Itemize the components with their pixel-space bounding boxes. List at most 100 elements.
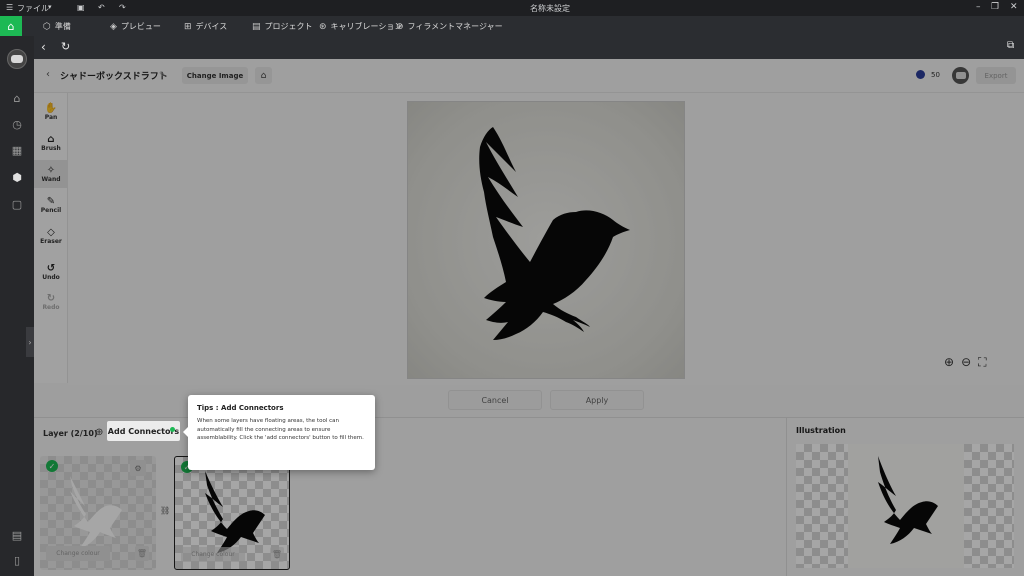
tool-label: Pan <box>44 114 58 121</box>
menu-bar: ⌂ ⬡ 準備 ◈ プレビュー ⊞ デバイス ▤ プロジェクト ⊛ キャリブレーション ⊕ フ… <box>0 16 1024 36</box>
export-button[interactable]: Export <box>976 67 1016 84</box>
delete-layer-icon[interactable]: 🗑 <box>270 547 284 562</box>
credit-icon <box>916 70 925 79</box>
sidebar-expand-handle[interactable]: › <box>26 327 34 357</box>
layer-card-2[interactable]: ✓ Change colour 🗑 <box>174 456 290 570</box>
fit-screen-icon[interactable]: ⛶ <box>978 355 986 370</box>
basket-icon[interactable]: ⌂ <box>255 67 272 84</box>
pencil-tool[interactable]: ✎ Pencil <box>34 191 68 219</box>
brush-icon: ⌂ <box>47 134 55 145</box>
restore-icon[interactable]: ❐ <box>991 2 999 12</box>
editing-canvas[interactable]: ⊕ ⊖ ⛶ <box>68 93 1024 385</box>
file-menu[interactable]: ファイル <box>17 3 49 14</box>
add-connectors-button[interactable]: Add Connectors <box>107 421 180 441</box>
apply-button[interactable]: Apply <box>550 390 644 410</box>
minimize-icon[interactable]: – <box>976 2 981 12</box>
add-layer-icon[interactable]: ⊕ <box>95 427 103 438</box>
redo-title-icon[interactable]: ↷ <box>119 3 126 12</box>
illustration-panel: Illustration <box>786 417 1024 576</box>
home-side-icon[interactable]: ⌂ <box>9 90 25 106</box>
change-colour-button-1[interactable]: Change colour <box>46 546 110 561</box>
close-icon[interactable]: ✕ <box>1010 2 1018 12</box>
tab-label: デバイス <box>195 22 228 31</box>
robot-face-icon <box>955 72 966 79</box>
tool-label: Eraser <box>40 238 62 245</box>
layer-card-1[interactable]: ✓ ⚙ Change colour 🗑 <box>40 456 156 570</box>
tab-prepare[interactable]: ⬡ 準備 <box>43 21 71 32</box>
grid-icon[interactable]: ▦ <box>9 142 25 158</box>
undo-icon: ↺ <box>46 263 56 274</box>
add-connectors-label: Add Connectors <box>107 426 180 436</box>
change-image-button[interactable]: Change Image <box>182 67 248 84</box>
avatar[interactable] <box>7 49 27 69</box>
tool-label: Wand <box>41 176 61 183</box>
tab-label: プロジェクト <box>264 22 313 31</box>
image-preview[interactable] <box>407 101 685 379</box>
pan-tool[interactable]: ✋ Pan <box>34 98 68 126</box>
tab-label: 準備 <box>54 22 71 31</box>
undo-title-icon[interactable]: ↶ <box>98 3 105 12</box>
profile-avatar[interactable] <box>952 67 969 84</box>
illustration-image <box>848 444 964 568</box>
change-colour-button-2[interactable]: Change colour <box>181 547 245 562</box>
window-title: 名称未設定 <box>530 4 570 13</box>
calibration-icon: ⊛ <box>319 21 327 32</box>
nav-bar: ‹ ↻ ⧉ <box>34 36 1024 59</box>
edit-title-icon[interactable]: ✎ <box>159 70 166 79</box>
back-arrow-icon[interactable]: ‹ <box>46 69 50 80</box>
history-icon[interactable]: ◷ <box>9 116 25 132</box>
robot-face-icon <box>11 55 23 63</box>
app-window: ☰ ファイル ▾ ▣ ↶ ↷ 名称未設定 – ❐ ✕ ⌂ ⬡ 準備 ◈ プレビュー … <box>0 0 1024 576</box>
action-buttons: Cancel Apply <box>448 390 644 410</box>
link-icon[interactable]: ⛓ <box>160 506 170 515</box>
layer-count-title: Layer (2/10) <box>43 429 98 438</box>
status-dot-icon <box>170 427 175 432</box>
tab-label: キャリブレーション <box>330 22 403 31</box>
tab-device[interactable]: ⊞ デバイス <box>184 21 227 32</box>
eraser-tool[interactable]: ◇ Eraser <box>34 222 68 250</box>
zoom-controls: ⊕ ⊖ ⛶ <box>944 355 987 370</box>
undo-tool[interactable]: ↺ Undo <box>34 258 68 286</box>
page-title: シャドーボックスドラフト <box>60 72 168 82</box>
tool-panel: ✋ Pan ⌂ Brush ✧ Wand ✎ Pencil ◇ Eraser ↺ Undo … <box>34 93 68 383</box>
filament-icon: ⊕ <box>396 21 404 32</box>
tool-label: Redo <box>42 304 60 311</box>
hamburger-menu-icon[interactable]: ☰ <box>6 3 13 12</box>
tool-label: Brush <box>41 145 61 152</box>
cancel-button[interactable]: Cancel <box>448 390 542 410</box>
hand-icon: ✋ <box>44 103 58 114</box>
layers-icon: ◈ <box>110 21 117 32</box>
tool-label: Pencil <box>40 207 62 214</box>
external-link-icon[interactable]: ⧉ <box>1007 40 1014 51</box>
tab-project[interactable]: ▤ プロジェクト <box>252 21 313 32</box>
layer-settings-icon[interactable]: ⚙ <box>130 460 146 476</box>
tab-filament-manager[interactable]: ⊕ フィラメントマネージャー <box>396 21 503 32</box>
device-icon: ⊞ <box>184 21 192 32</box>
save-icon[interactable]: ▣ <box>77 3 85 12</box>
settings-icon[interactable]: ▤ <box>9 527 25 543</box>
zoom-out-icon[interactable]: ⊖ <box>961 355 971 370</box>
tool-label: Undo <box>42 274 60 281</box>
zoom-in-icon[interactable]: ⊕ <box>944 355 954 370</box>
book-icon[interactable]: ▯ <box>9 552 25 568</box>
brush-tool[interactable]: ⌂ Brush <box>34 129 68 157</box>
project-icon: ▤ <box>252 21 261 32</box>
home-icon[interactable]: ⌂ <box>0 16 22 36</box>
tooltip-title: Tips : Add Connectors <box>197 404 284 412</box>
bird-silhouette <box>479 127 630 340</box>
delete-layer-icon[interactable]: 🗑 <box>135 546 149 561</box>
bookmark-icon[interactable]: ▢ <box>9 196 25 212</box>
layer-check-icon: ✓ <box>46 460 58 472</box>
tools-icon[interactable]: ⬢ <box>9 169 25 185</box>
tab-calibration[interactable]: ⊛ キャリブレーション <box>319 21 402 32</box>
tab-preview[interactable]: ◈ プレビュー <box>110 21 161 32</box>
tab-label: フィラメントマネージャー <box>407 22 503 31</box>
redo-tool[interactable]: ↻ Redo <box>34 288 68 316</box>
tab-label: プレビュー <box>120 22 161 31</box>
refresh-icon[interactable]: ↻ <box>61 40 70 53</box>
tooltip-body: When some layers have floating areas, th… <box>197 418 364 441</box>
back-icon[interactable]: ‹ <box>41 40 46 54</box>
chevron-down-icon[interactable]: ▾ <box>48 3 52 11</box>
wand-tool[interactable]: ✧ Wand <box>34 160 68 188</box>
title-bar: ☰ ファイル ▾ ▣ ↶ ↷ 名称未設定 – ❐ ✕ <box>0 0 1024 16</box>
